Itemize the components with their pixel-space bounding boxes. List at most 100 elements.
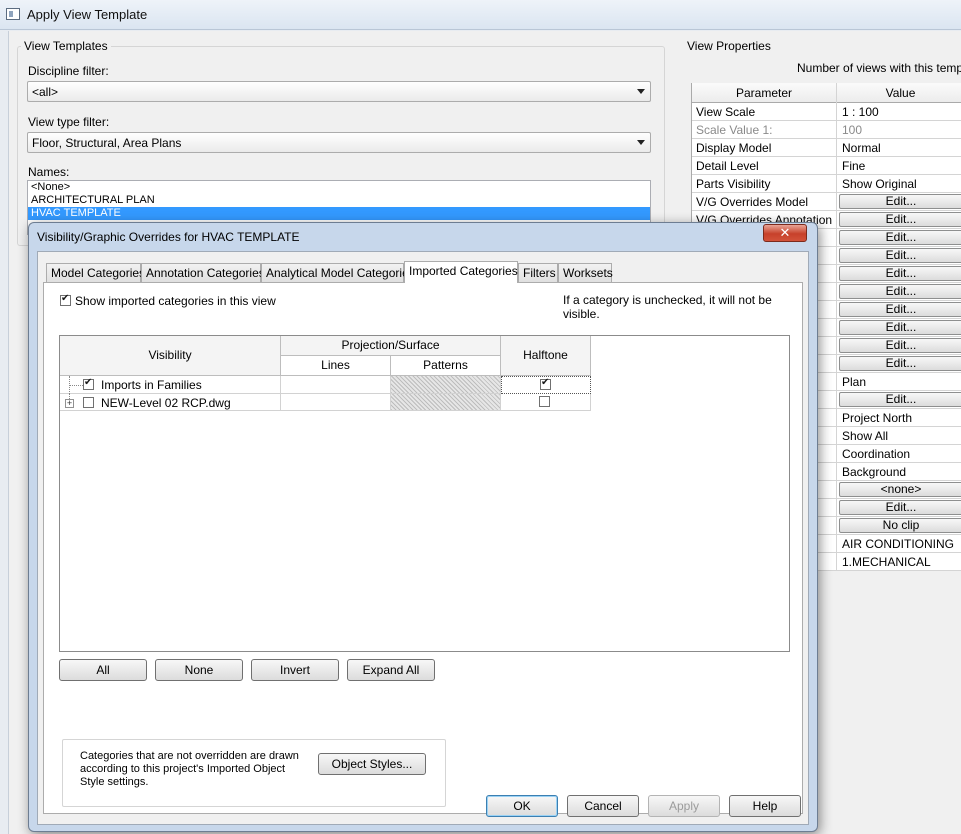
property-value-button[interactable]: Edit...: [839, 302, 961, 317]
property-value[interactable]: Show Original: [838, 175, 961, 193]
discipline-filter-label: Discipline filter:: [28, 64, 109, 78]
apply-button[interactable]: Apply: [648, 795, 720, 817]
expand-icon[interactable]: +: [65, 399, 74, 408]
imported-categories-grid: Visibility Projection/Surface Lines Patt…: [59, 335, 790, 652]
property-row: Display Model Normal: [692, 139, 961, 157]
lines-cell[interactable]: [281, 376, 391, 394]
tree-connector: [69, 385, 83, 386]
property-row: Scale Value 1: 100: [692, 121, 961, 139]
property-value-button[interactable]: Edit...: [839, 194, 961, 209]
patterns-cell[interactable]: [391, 376, 501, 394]
show-imported-checkbox[interactable]: [60, 293, 71, 306]
vg-overrides-dialog: Visibility/Graphic Overrides for HVAC TE…: [28, 222, 818, 832]
property-value-button[interactable]: Edit...: [839, 356, 961, 371]
halftone-cell: [501, 376, 591, 394]
property-value[interactable]: 100: [838, 121, 961, 139]
category-name: NEW-Level 02 RCP.dwg: [101, 396, 231, 410]
halftone-header-text: Halftone: [523, 348, 568, 362]
cancel-button[interactable]: Cancel: [567, 795, 639, 817]
lines-column-header[interactable]: Lines: [281, 356, 391, 376]
property-row: View Scale 1 : 100: [692, 103, 961, 121]
show-imported-label: Show imported categories in this view: [75, 294, 276, 308]
property-value[interactable]: AIR CONDITIONING: [838, 535, 961, 553]
property-value[interactable]: 1 : 100: [838, 103, 961, 121]
tab-worksets[interactable]: Worksets: [558, 263, 613, 282]
dialog-title: Visibility/Graphic Overrides for HVAC TE…: [37, 230, 300, 244]
imports-in-families-halftone-checkbox[interactable]: [540, 377, 551, 390]
property-value[interactable]: Background: [838, 463, 961, 481]
imports-in-families-visibility-checkbox[interactable]: [83, 377, 94, 390]
imported-categories-panel: Show imported categories in this view If…: [43, 282, 803, 814]
level-02-rcp-halftone-checkbox[interactable]: [539, 396, 550, 407]
invert-button[interactable]: Invert: [251, 659, 339, 681]
help-button[interactable]: Help: [729, 795, 801, 817]
tab-model-categories[interactable]: Model Categories: [46, 263, 145, 282]
property-name: Detail Level: [692, 157, 837, 175]
ok-button[interactable]: OK: [486, 795, 558, 817]
discipline-filter-select[interactable]: <all>: [27, 81, 651, 102]
level-02-rcp-visibility-checkbox[interactable]: [83, 397, 94, 408]
visibility-header-text: Visibility: [148, 348, 192, 362]
property-value-button[interactable]: Edit...: [839, 392, 961, 407]
property-name: View Scale: [692, 103, 837, 121]
property-value-button[interactable]: Edit...: [839, 266, 961, 281]
lines-cell[interactable]: [281, 394, 391, 411]
projection-surface-header: Projection/Surface: [281, 336, 501, 356]
patterns-column-header[interactable]: Patterns: [391, 356, 501, 376]
lines-header-text: Lines: [321, 358, 350, 372]
value-column-header: Value: [885, 86, 916, 100]
property-value[interactable]: Fine: [838, 157, 961, 175]
property-value[interactable]: Normal: [838, 139, 961, 157]
property-value-button[interactable]: Edit...: [839, 500, 961, 515]
property-value[interactable]: Show All: [838, 427, 961, 445]
list-item[interactable]: <None>: [28, 181, 650, 194]
tab-analytical-model-categories[interactable]: Analytical Model Categories: [261, 263, 415, 282]
view-type-filter-value: Floor, Structural, Area Plans: [32, 136, 182, 150]
property-value[interactable]: 1.MECHANICAL: [838, 553, 961, 571]
view-type-filter-select[interactable]: Floor, Structural, Area Plans: [27, 132, 651, 153]
patterns-cell[interactable]: [391, 394, 501, 411]
app-window-icon: [6, 8, 20, 20]
property-value-button[interactable]: Edit...: [839, 284, 961, 299]
all-button[interactable]: All: [59, 659, 147, 681]
property-row: Detail Level Fine: [692, 157, 961, 175]
projection-surface-text: Projection/Surface: [341, 338, 440, 352]
object-styles-button[interactable]: Object Styles...: [318, 753, 426, 775]
view-type-filter-label: View type filter:: [28, 115, 110, 129]
list-item[interactable]: ARCHITECTURAL PLAN: [28, 194, 650, 207]
info-text: Categories that are not overridden are d…: [80, 750, 299, 788]
property-value[interactable]: Plan: [838, 373, 961, 391]
list-item-selected[interactable]: HVAC TEMPLATE: [28, 207, 650, 220]
table-row[interactable]: Imports in Families: [60, 376, 281, 394]
tab-annotation-categories[interactable]: Annotation Categories: [141, 263, 265, 282]
category-name: Imports in Families: [101, 378, 202, 392]
property-value[interactable]: Project North: [838, 409, 961, 427]
property-name: Display Model: [692, 139, 837, 157]
property-value-button[interactable]: Edit...: [839, 248, 961, 263]
patterns-header-text: Patterns: [423, 358, 468, 372]
chevron-down-icon: [637, 89, 645, 94]
visibility-column-header: Visibility: [60, 336, 281, 376]
tab-imported-categories[interactable]: Imported Categories: [404, 261, 518, 283]
property-name: Scale Value 1:: [692, 121, 837, 139]
tab-filters[interactable]: Filters: [518, 263, 558, 282]
property-value[interactable]: Coordination: [838, 445, 961, 463]
discipline-filter-value: <all>: [32, 85, 59, 99]
property-value-button[interactable]: Edit...: [839, 230, 961, 245]
property-row: V/G Overrides Model Edit...: [692, 193, 961, 211]
none-button[interactable]: None: [155, 659, 243, 681]
property-value-button[interactable]: Edit...: [839, 338, 961, 353]
close-button[interactable]: ✕: [763, 224, 807, 242]
table-row[interactable]: + NEW-Level 02 RCP.dwg: [60, 394, 281, 411]
close-icon: ✕: [779, 225, 791, 240]
halftone-cell: [501, 394, 591, 411]
views-count-label: Number of views with this template: [797, 61, 961, 75]
property-value-button[interactable]: No clip: [839, 518, 961, 533]
property-value-button[interactable]: Edit...: [839, 320, 961, 335]
properties-header-row: Parameter Value: [692, 83, 961, 103]
property-name: V/G Overrides Model: [692, 193, 837, 211]
expand-all-button[interactable]: Expand All: [347, 659, 435, 681]
property-value-button[interactable]: <none>: [839, 482, 961, 497]
property-value-button[interactable]: Edit...: [839, 212, 961, 227]
names-label: Names:: [28, 165, 70, 179]
